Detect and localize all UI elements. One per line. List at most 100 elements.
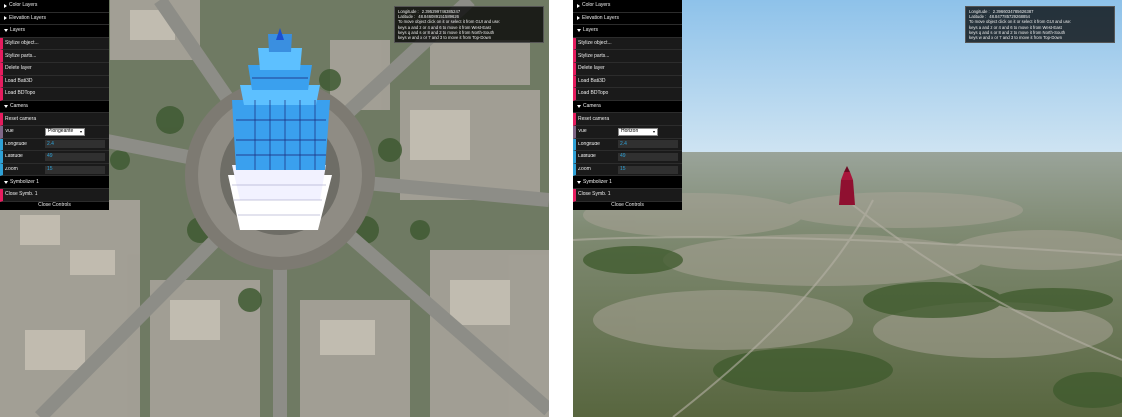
zoom-label: Zoom: [5, 167, 18, 173]
button-label: Stylize parts...: [5, 52, 37, 59]
coordinates-info-box: Longitude :2.3966034785626387 Latitude :…: [965, 6, 1115, 44]
reset-camera-button[interactable]: Reset camera: [0, 113, 109, 126]
expanded-triangle-icon: [577, 29, 581, 33]
vue-select-value: Plongeante: [48, 128, 74, 135]
zoom-input[interactable]: 15: [618, 165, 678, 174]
stylize-parts-button[interactable]: Stylize parts...: [0, 50, 109, 63]
folder-symbolizer[interactable]: Symbolizer 1: [0, 176, 109, 189]
latitude-label: Latitude: [578, 154, 596, 160]
load-bdtopo-button[interactable]: Load BDTopo: [0, 88, 109, 101]
folder-label: Camera: [583, 103, 601, 110]
folder-color-layers[interactable]: Color Layers: [573, 0, 682, 13]
folder-label: Color Layers: [582, 2, 611, 9]
close-controls-button[interactable]: Close Controls: [0, 201, 109, 210]
collapsed-triangle-icon: [577, 3, 580, 8]
longitude-value: 2.4: [620, 140, 627, 147]
folder-camera[interactable]: Camera: [573, 100, 682, 114]
chevron-down-icon: [80, 130, 82, 133]
stylize-parts-button[interactable]: Stylize parts...: [573, 50, 682, 63]
zoom-row: Zoom 15: [573, 163, 682, 177]
vue-row: Vue Horizon: [573, 125, 682, 139]
instruction-line: keys w and x or 7 and 3 to move it from …: [398, 35, 492, 41]
folder-symbolizer[interactable]: Symbolizer 1: [573, 176, 682, 189]
folder-elevation-layers[interactable]: Elevation Layers: [573, 12, 682, 26]
button-label: Load BDTopo: [5, 90, 36, 97]
folder-label: Layers: [10, 27, 26, 34]
zoom-input[interactable]: 15: [45, 165, 105, 174]
folder-label: Camera: [10, 103, 28, 110]
close-controls-button[interactable]: Close Controls: [573, 201, 682, 210]
vue-label: Vue: [5, 129, 14, 135]
zoom-value: 15: [620, 166, 626, 173]
folder-elevation-layers[interactable]: Elevation Layers: [0, 12, 109, 26]
folder-label: Elevation Layers: [9, 14, 46, 21]
load-bati3d-button[interactable]: Load Bati3D: [0, 75, 109, 89]
latitude-label: Latitude: [5, 154, 23, 160]
latitude-input[interactable]: 49: [45, 152, 105, 161]
latitude-value: 49: [47, 153, 53, 160]
delete-layer-button[interactable]: Delete layer: [0, 62, 109, 76]
zoom-value: 15: [47, 166, 53, 173]
expanded-triangle-icon: [4, 105, 8, 109]
vue-row: Vue Plongeante: [0, 125, 109, 139]
button-label: Close Symb. 1: [5, 191, 38, 198]
collapsed-triangle-icon: [577, 16, 580, 21]
vue-select[interactable]: Horizon: [618, 127, 658, 136]
latitude-row: Latitude 49: [0, 151, 109, 164]
latitude-row: Latitude 49: [573, 151, 682, 164]
vue-select[interactable]: Plongeante: [45, 127, 85, 136]
expanded-triangle-icon: [577, 105, 581, 109]
button-label: Stylize object...: [5, 40, 39, 47]
folder-layers[interactable]: Layers: [0, 25, 109, 38]
close-symb-button[interactable]: Close Symb. 1: [0, 188, 109, 202]
expanded-triangle-icon: [4, 29, 8, 33]
button-label: Stylize object...: [578, 40, 612, 47]
close-symb-button[interactable]: Close Symb. 1: [573, 188, 682, 202]
longitude-row: Longitude 2.4: [0, 138, 109, 152]
longitude-input[interactable]: 2.4: [618, 140, 678, 149]
button-label: Stylize parts...: [578, 52, 610, 59]
latitude-input[interactable]: 49: [618, 152, 678, 161]
instruction-line: keys w and x or 7 and 3 to move it from …: [969, 35, 1063, 41]
viewer-horizon[interactable]: Color Layers Elevation Layers Layers Sty…: [573, 0, 1122, 417]
folder-camera[interactable]: Camera: [0, 100, 109, 114]
latitude-value: 49: [620, 153, 626, 160]
folder-label: Elevation Layers: [582, 14, 619, 21]
expanded-triangle-icon: [4, 180, 8, 184]
stylize-object-button[interactable]: Stylize object...: [0, 37, 109, 51]
zoom-row: Zoom 15: [0, 163, 109, 177]
delete-layer-button[interactable]: Delete layer: [573, 62, 682, 76]
longitude-label: Longitude: [5, 141, 27, 147]
control-panel: Color Layers Elevation Layers Layers Sty…: [573, 0, 682, 210]
longitude-value: 2.4: [47, 140, 54, 147]
zoom-label: Zoom: [578, 167, 591, 173]
folder-label: Layers: [583, 27, 599, 34]
folder-label: Symbolizer 1: [10, 178, 39, 185]
folder-label: Symbolizer 1: [583, 178, 612, 185]
button-label: Load BDTopo: [578, 90, 609, 97]
collapsed-triangle-icon: [4, 16, 7, 21]
control-panel: Color Layers Elevation Layers Layers Sty…: [0, 0, 109, 210]
button-label: Delete layer: [578, 65, 605, 72]
chevron-down-icon: [653, 130, 655, 133]
button-label: Reset camera: [578, 115, 610, 122]
longitude-label: Longitude: [578, 141, 600, 147]
button-label: Reset camera: [5, 115, 37, 122]
load-bati3d-button[interactable]: Load Bati3D: [573, 75, 682, 89]
vue-label: Vue: [578, 129, 587, 135]
viewer-plongeante[interactable]: Color Layers Elevation Layers Layers Sty…: [0, 0, 549, 417]
coordinates-info-box: Longitude :2.395299746385247 Latitude :4…: [394, 6, 544, 44]
button-label: Load Bati3D: [578, 77, 606, 84]
stylize-object-button[interactable]: Stylize object...: [573, 37, 682, 51]
button-label: Close Symb. 1: [578, 191, 611, 198]
button-label: Load Bati3D: [5, 77, 33, 84]
expanded-triangle-icon: [577, 180, 581, 184]
vue-select-value: Horizon: [621, 128, 639, 135]
collapsed-triangle-icon: [4, 3, 7, 8]
reset-camera-button[interactable]: Reset camera: [573, 113, 682, 126]
folder-layers[interactable]: Layers: [573, 25, 682, 38]
load-bdtopo-button[interactable]: Load BDTopo: [573, 88, 682, 101]
folder-label: Color Layers: [9, 2, 38, 9]
folder-color-layers[interactable]: Color Layers: [0, 0, 109, 13]
longitude-input[interactable]: 2.4: [45, 140, 105, 149]
